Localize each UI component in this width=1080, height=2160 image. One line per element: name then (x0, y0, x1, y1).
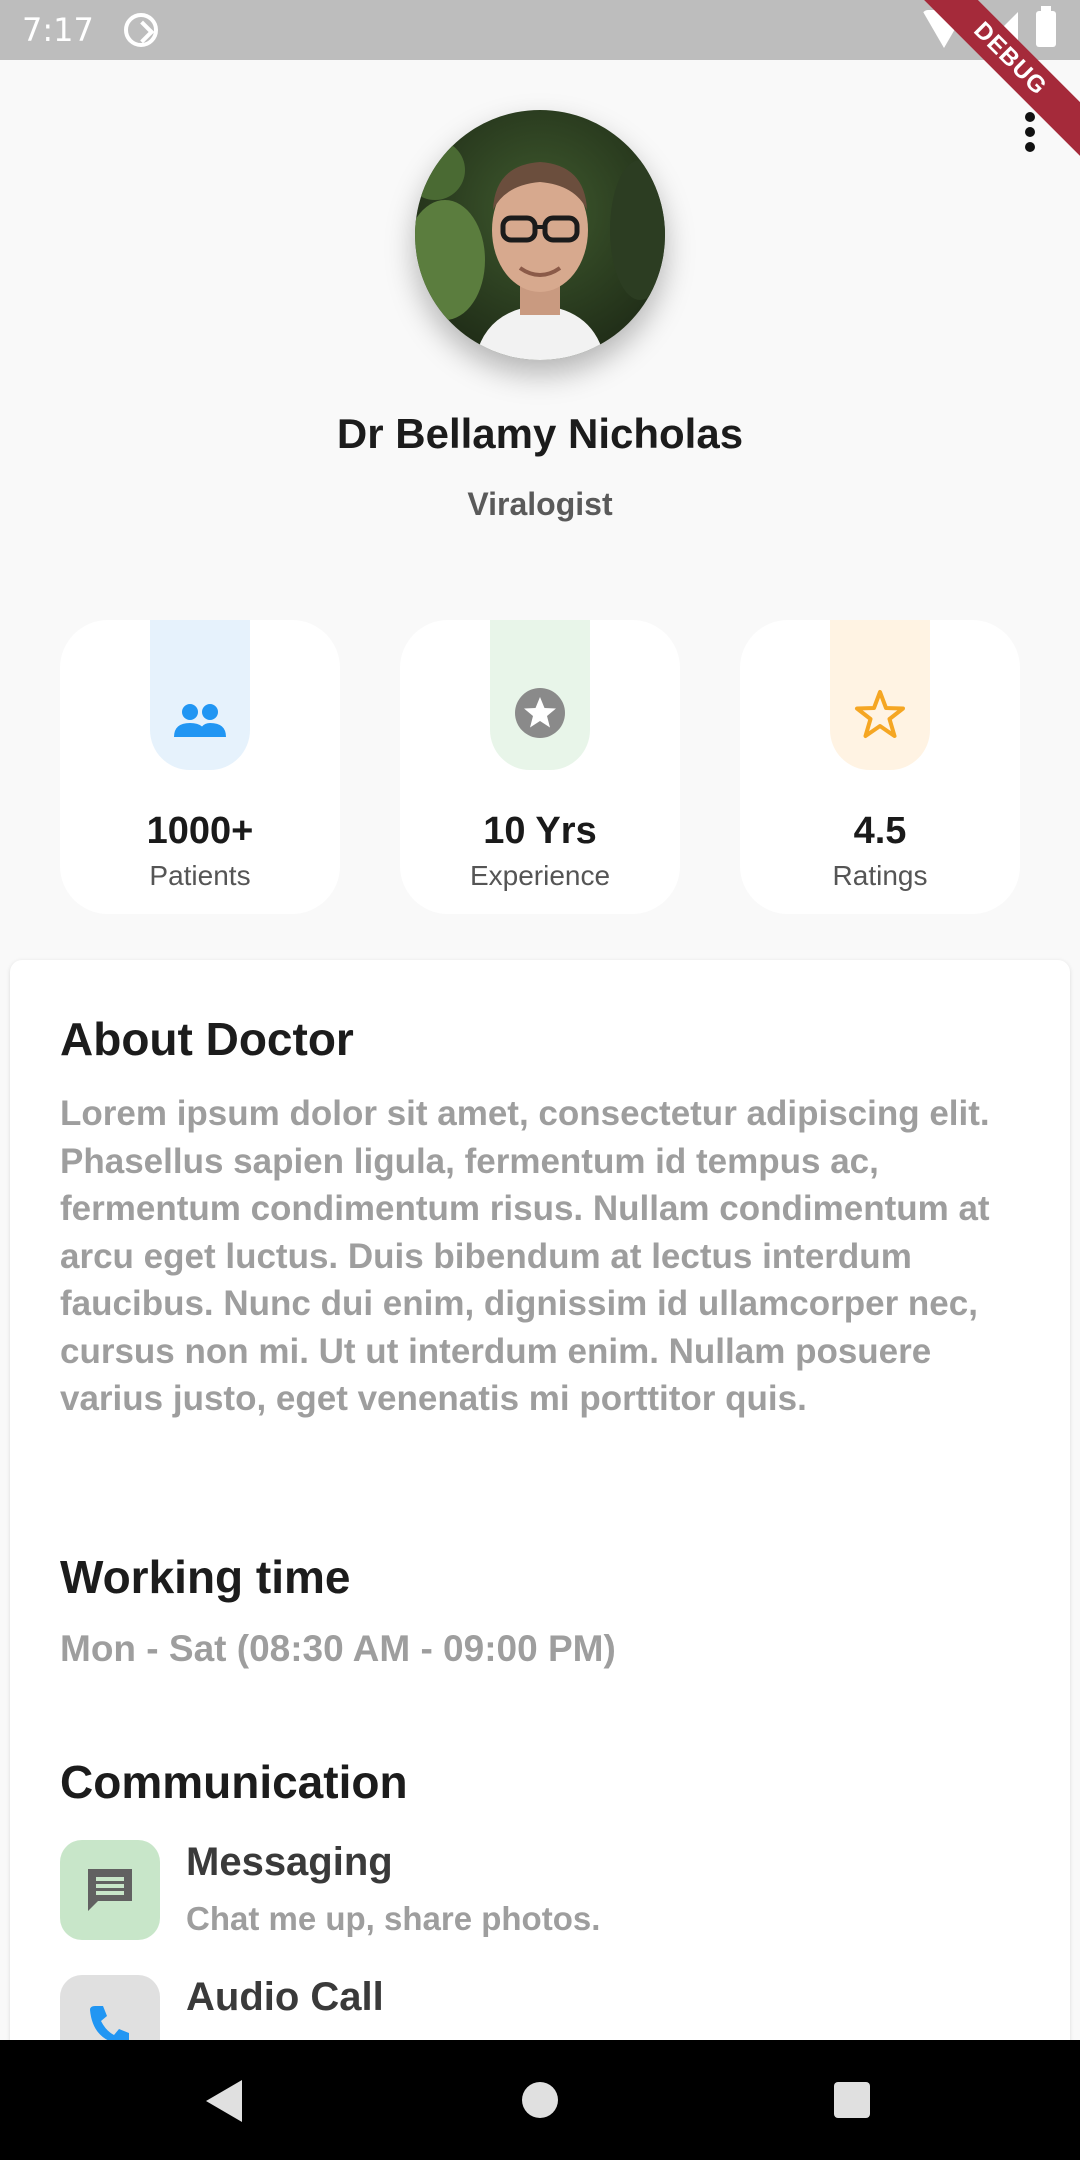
messaging-title: Messaging (186, 1840, 393, 1884)
about-title: About Doctor (60, 1013, 354, 1065)
doctor-name: Dr Bellamy Nicholas (336, 410, 744, 457)
status-time: 7:17 (22, 11, 94, 49)
communication-title: Communication (60, 1756, 408, 1808)
group-icon (172, 703, 228, 744)
stat-tab-ratings (830, 620, 930, 770)
system-nav-bar (0, 2040, 1080, 2160)
stat-value: 4.5 (853, 810, 907, 852)
home-icon[interactable] (522, 2082, 558, 2118)
star-outline-icon (854, 689, 906, 744)
star-badge-icon (514, 687, 566, 744)
stat-card-experience: 10 Yrs Experience (400, 620, 680, 914)
status-bar: 7:17 (0, 0, 1080, 60)
stat-tab-experience (490, 620, 590, 770)
doctor-info-card: About Doctor Lorem ipsum dolor sit amet,… (10, 960, 1070, 2075)
doctor-specialty: Viralogist (467, 486, 613, 522)
battery-icon (1036, 6, 1056, 47)
stat-label: Patients (149, 860, 251, 891)
recents-icon[interactable] (834, 2082, 870, 2118)
working-time-title: Working time (60, 1551, 351, 1603)
stats-row: 1000+ Patients 10 Yrs Experience 4.5 Rat… (60, 620, 1020, 914)
messaging-option[interactable]: Messaging Chat me up, share photos. (60, 1840, 1020, 1950)
stat-card-ratings: 4.5 Ratings (740, 620, 1020, 914)
stat-label: Ratings (832, 860, 928, 891)
sync-icon (123, 13, 158, 47)
stat-tab-patients (150, 620, 250, 770)
audio-call-title: Audio Call (186, 1975, 384, 2019)
about-text: Lorem ipsum dolor sit amet, consectetur … (60, 1094, 990, 1418)
back-icon[interactable] (206, 2080, 242, 2122)
messaging-subtitle: Chat me up, share photos. (186, 1900, 601, 1937)
stat-value: 10 Yrs (483, 810, 597, 852)
stat-card-patients: 1000+ Patients (60, 620, 340, 914)
stat-label: Experience (469, 860, 611, 891)
working-time-value: Mon - Sat (08:30 AM - 09:00 PM) (60, 1628, 616, 1669)
doctor-avatar (415, 110, 665, 360)
message-icon (60, 1840, 160, 1940)
stat-value: 1000+ (146, 810, 254, 852)
